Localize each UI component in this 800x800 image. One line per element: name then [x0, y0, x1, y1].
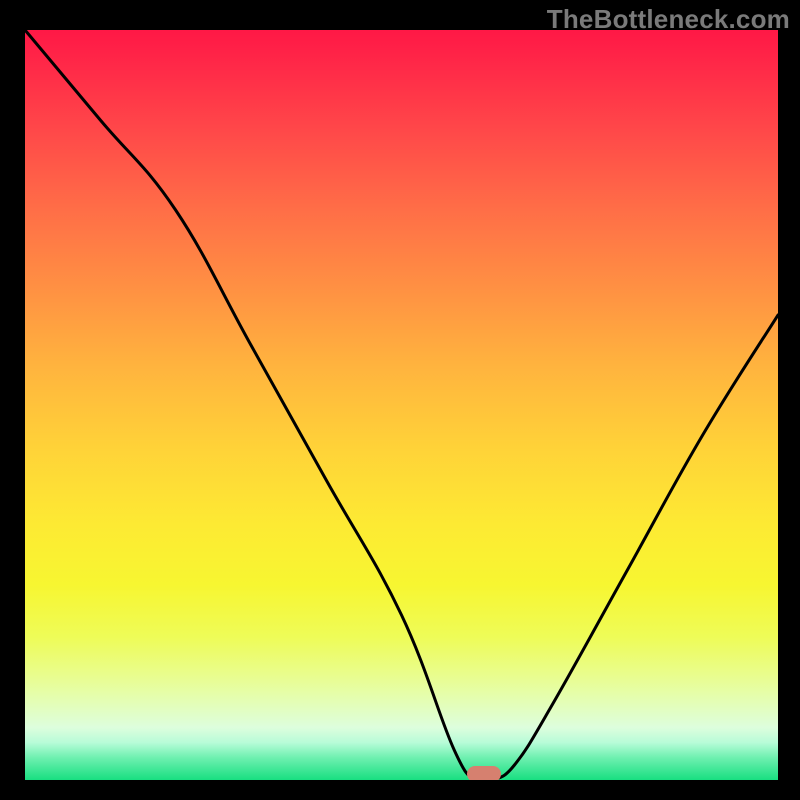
watermark-text: TheBottleneck.com: [547, 4, 790, 35]
plot-area: [25, 30, 778, 780]
chart-frame: TheBottleneck.com: [0, 0, 800, 800]
minimum-marker: [467, 766, 501, 780]
bottleneck-curve: [25, 30, 778, 780]
